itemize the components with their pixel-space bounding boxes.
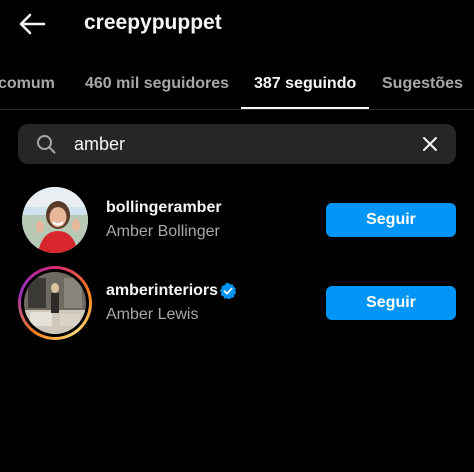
page-title: creepypuppet (84, 11, 222, 34)
search-icon (37, 135, 56, 154)
tabs-divider (0, 109, 474, 110)
back-button[interactable] (14, 8, 50, 40)
top-bar: creepypuppet (0, 0, 474, 48)
username[interactable]: amberinteriors (106, 282, 218, 300)
verified-icon (219, 282, 237, 300)
tab-bar: comum 460 mil seguidores 387 seguindo Su… (0, 62, 474, 110)
avatar[interactable] (22, 187, 88, 253)
username[interactable]: bollingeramber (106, 199, 222, 217)
tab-mutual[interactable]: comum (0, 62, 55, 108)
full-name: Amber Lewis (106, 306, 199, 323)
profile-photo (24, 272, 86, 334)
list-item[interactable]: bollingeramber Amber Bollinger Seguir (0, 187, 474, 267)
search-input[interactable] (74, 124, 404, 164)
full-name: Amber Bollinger (106, 223, 220, 240)
back-arrow-icon (19, 13, 46, 35)
follow-button[interactable]: Seguir (326, 203, 456, 237)
close-icon[interactable] (420, 134, 440, 154)
profile-photo (22, 187, 88, 253)
avatar[interactable] (24, 272, 86, 334)
tab-following[interactable]: 387 seguindo (254, 62, 356, 108)
tab-suggestions[interactable]: Sugestões (382, 62, 463, 108)
list-item[interactable]: amberinteriors Amber Lewis Seguir (0, 266, 474, 350)
search-bar (18, 124, 456, 164)
tab-followers[interactable]: 460 mil seguidores (85, 62, 229, 108)
follow-button[interactable]: Seguir (326, 286, 456, 320)
